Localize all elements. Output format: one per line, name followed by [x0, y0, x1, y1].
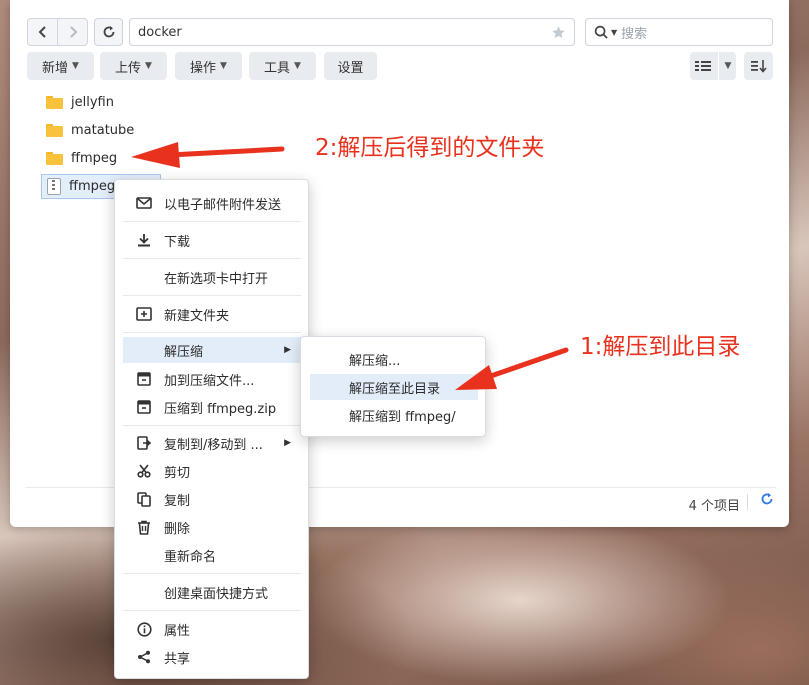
- annotation-label-folder: 2:解压后得到的文件夹: [315, 135, 545, 161]
- annotation-label-extract-here: 1:解压到此目录: [580, 334, 741, 360]
- annotation-arrow-folder: [131, 142, 285, 168]
- annotation-arrow-extract-here: [455, 347, 569, 390]
